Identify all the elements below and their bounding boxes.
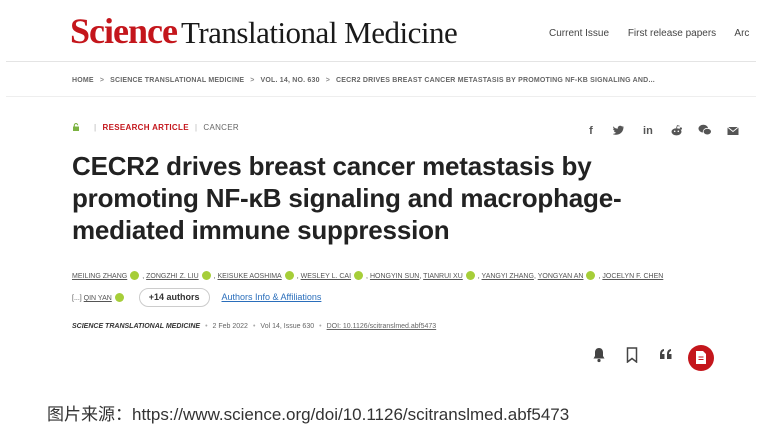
author-list: MEILING ZHANG, ZONGZHI Z. LIU, KEISUKE A… bbox=[72, 267, 732, 309]
pdf-icon[interactable] bbox=[688, 345, 715, 371]
author-name[interactable]: WESLEY L. CAI bbox=[301, 273, 351, 280]
author-name[interactable]: YONGYAN AN bbox=[538, 273, 584, 280]
citation-date: 2 Feb 2022 bbox=[212, 323, 248, 330]
breadcrumb: HOME > SCIENCE TRANSLATIONAL MEDICINE > VOL.… bbox=[72, 77, 655, 84]
top-navigation: Current Issue First release papers Arc bbox=[549, 28, 756, 39]
orcid-icon[interactable] bbox=[354, 271, 364, 280]
more-authors-button[interactable]: +14 authors bbox=[138, 288, 210, 307]
breadcrumb-separator: > bbox=[250, 77, 255, 84]
reddit-icon[interactable] bbox=[667, 125, 685, 137]
citation-dot: • bbox=[252, 323, 256, 330]
breadcrumb-bar: HOME > SCIENCE TRANSLATIONAL MEDICINE > VOL.… bbox=[6, 63, 756, 97]
orcid-icon[interactable] bbox=[586, 271, 596, 280]
bookmark-icon[interactable] bbox=[621, 347, 643, 369]
authors-affiliations-link[interactable]: Authors Info & Affiliations bbox=[222, 292, 322, 302]
breadcrumb-journal[interactable]: SCIENCE TRANSLATIONAL MEDICINE bbox=[110, 77, 244, 84]
breadcrumb-issue[interactable]: VOL. 14, NO. 630 bbox=[260, 77, 319, 84]
logo-science-text: Science bbox=[70, 11, 178, 51]
breadcrumb-home[interactable]: HOME bbox=[72, 77, 94, 84]
citation-dot: • bbox=[205, 323, 208, 330]
masthead: Science Translational Medicine Current Is… bbox=[6, 0, 756, 62]
article-page-screenshot: Science Translational Medicine Current Is… bbox=[6, 0, 756, 385]
citation-doi[interactable]: DOI: 10.1126/scitranslmed.abf5473 bbox=[327, 323, 437, 330]
image-source-caption: 图片来源：https://www.science.org/doi/10.1126… bbox=[47, 405, 570, 424]
orcid-icon[interactable] bbox=[201, 271, 211, 280]
nav-current-issue[interactable]: Current Issue bbox=[549, 28, 609, 39]
citation-volume[interactable]: Vol 14, Issue 630 bbox=[260, 323, 314, 330]
citation-journal[interactable]: SCIENCE TRANSLATIONAL MEDICINE bbox=[72, 323, 200, 330]
journal-logo[interactable]: Science Translational Medicine bbox=[70, 11, 458, 51]
author-name[interactable]: QIN YAN bbox=[84, 295, 112, 302]
nav-archive[interactable]: Arc bbox=[734, 28, 749, 39]
share-icons: f in bbox=[582, 121, 748, 139]
wechat-icon[interactable] bbox=[696, 124, 714, 137]
article-actions bbox=[588, 345, 715, 371]
article-meta-row: | RESEARCH ARTICLE | CANCER bbox=[72, 123, 239, 132]
twitter-icon[interactable] bbox=[610, 125, 628, 137]
orcid-icon[interactable] bbox=[465, 271, 475, 280]
orcid-icon[interactable] bbox=[284, 271, 294, 280]
facebook-icon[interactable]: f bbox=[582, 125, 600, 137]
article-subject-label[interactable]: CANCER bbox=[203, 123, 239, 132]
author-name[interactable]: MEILING ZHANG bbox=[72, 273, 127, 280]
citation-dot: • bbox=[319, 323, 322, 330]
linkedin-icon[interactable]: in bbox=[639, 125, 657, 137]
alert-bell-icon[interactable] bbox=[588, 347, 610, 369]
author-name[interactable]: JOCELYN F. CHEN bbox=[602, 273, 663, 280]
nav-first-release[interactable]: First release papers bbox=[628, 28, 716, 39]
logo-journal-text: Translational Medicine bbox=[180, 15, 458, 50]
citation-line: SCIENCE TRANSLATIONAL MEDICINE • 2 Feb 202… bbox=[72, 323, 436, 330]
article-title: CECR2 drives breast cancer metastasis by… bbox=[72, 151, 622, 245]
author-name[interactable]: KEISUKE AOSHIMA bbox=[218, 273, 282, 280]
meta-divider: | bbox=[94, 123, 97, 132]
breadcrumb-current: CECR2 DRIVES BREAST CANCER METASTASIS BY… bbox=[336, 77, 655, 84]
cite-quote-icon[interactable] bbox=[655, 347, 677, 369]
article-type-label[interactable]: RESEARCH ARTICLE bbox=[103, 123, 189, 132]
email-icon[interactable] bbox=[724, 125, 742, 137]
orcid-icon[interactable] bbox=[114, 293, 124, 302]
breadcrumb-separator: > bbox=[325, 77, 331, 84]
meta-divider: | bbox=[194, 123, 198, 132]
open-access-lock-icon bbox=[73, 123, 79, 131]
author-name[interactable]: HONGYIN SUN bbox=[370, 273, 419, 280]
author-name[interactable]: YANGYI ZHANG bbox=[482, 273, 534, 280]
breadcrumb-separator: > bbox=[99, 77, 105, 84]
author-name[interactable]: TIANRUI XU bbox=[423, 273, 463, 280]
orcid-icon[interactable] bbox=[130, 271, 140, 280]
author-name[interactable]: ZONGZHI Z. LIU bbox=[146, 273, 199, 280]
